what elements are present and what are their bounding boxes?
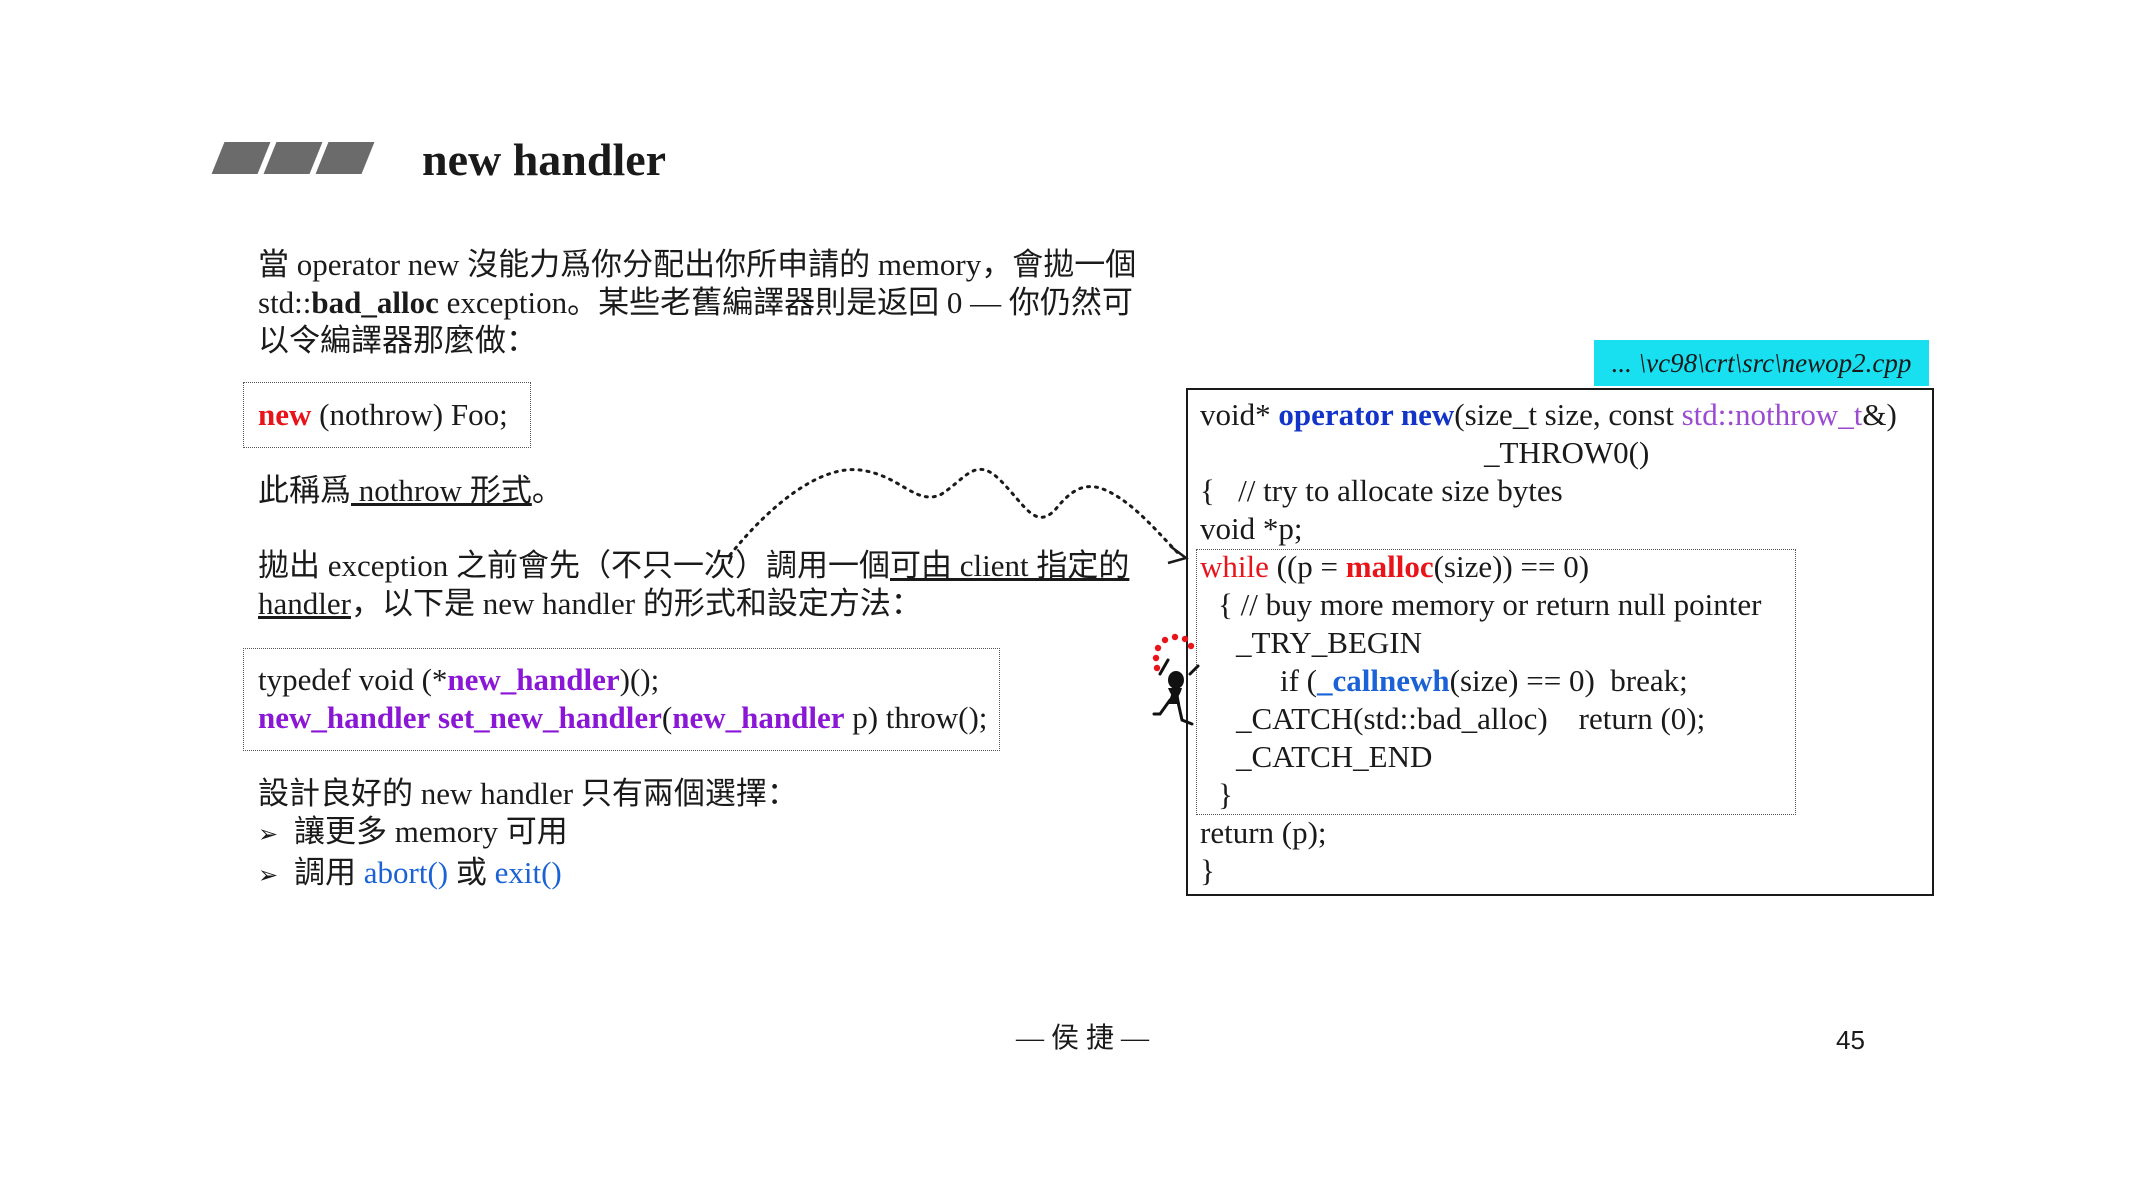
page-number: 45: [1836, 1025, 1865, 1055]
stick-figure-icon: [1152, 633, 1200, 726]
wavy-arrow-icon: [728, 467, 1189, 565]
footer-author: — 侯 捷 —: [1016, 1023, 1150, 1054]
